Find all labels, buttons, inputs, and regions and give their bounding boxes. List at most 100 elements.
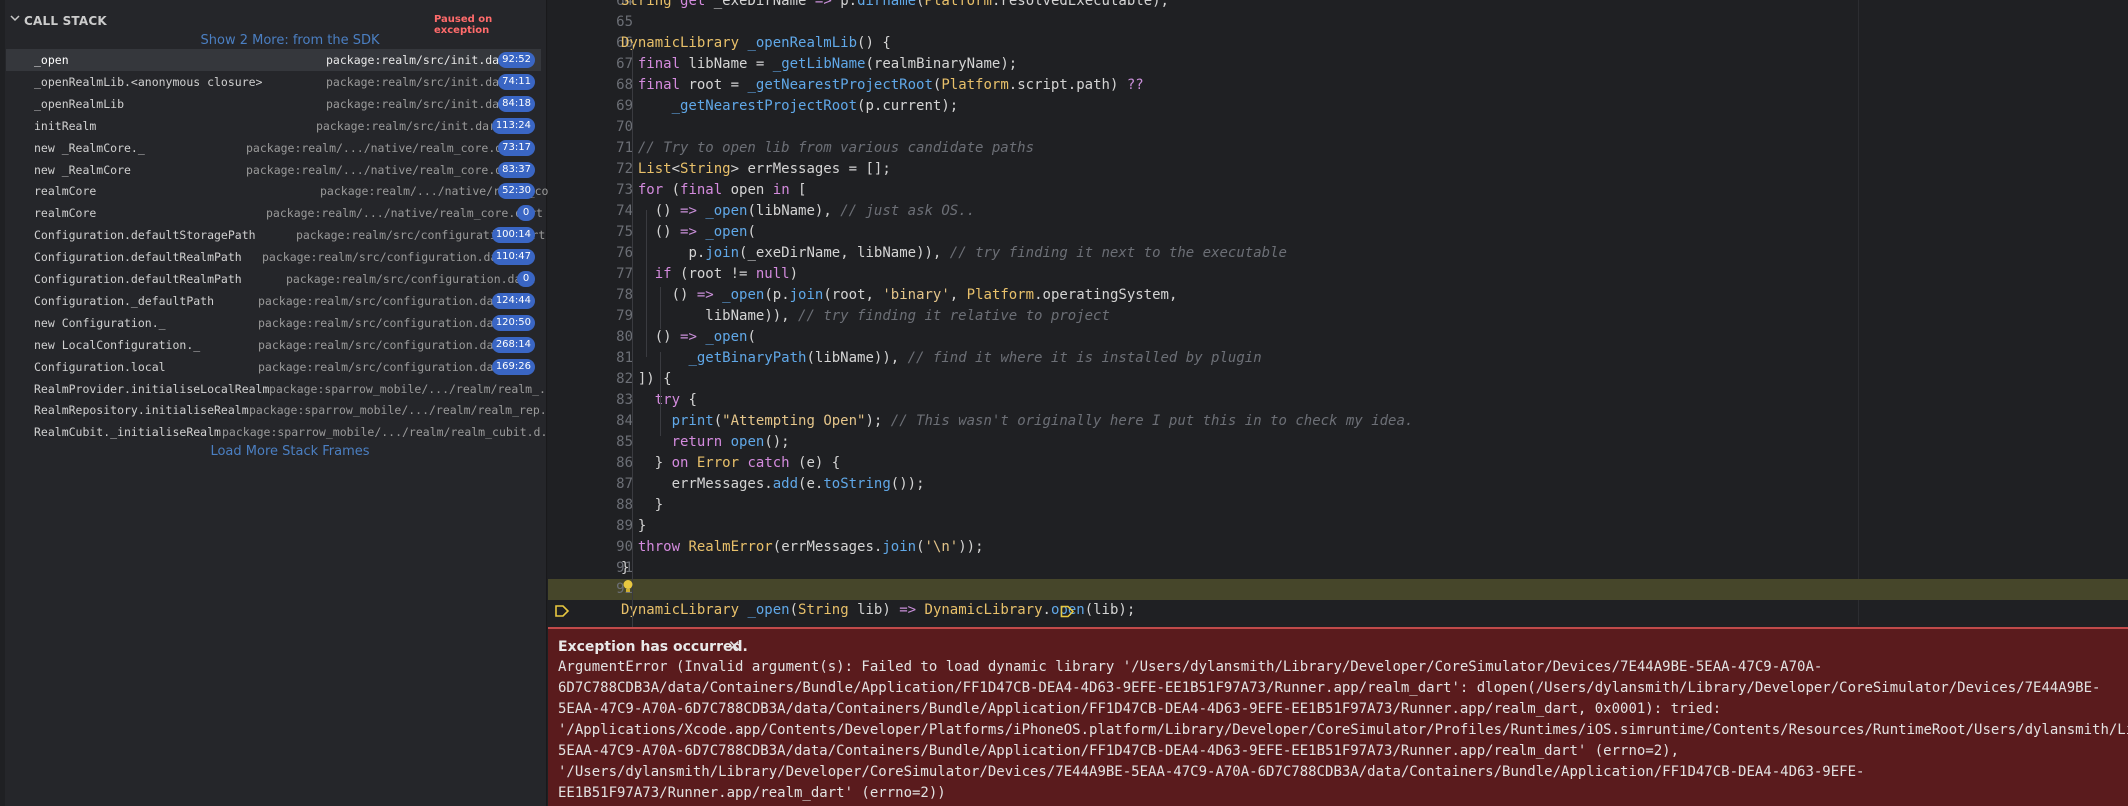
- code-line[interactable]: 80 () => _open(: [548, 327, 2128, 348]
- exception-text-line: 6D7C788CDB3A/data/Containers/Bundle/Appl…: [558, 680, 2101, 696]
- frame-source-path: package:realm/src/init.dart: [316, 118, 503, 133]
- stack-frame[interactable]: initRealm package:realm/src/init.dart 113:…: [6, 115, 541, 137]
- frame-function-name: _open: [34, 53, 69, 67]
- code-line[interactable]: 89 }: [548, 516, 2128, 537]
- code-line[interactable]: 77 if (root != null): [548, 264, 2128, 285]
- code-text: print("Attempting Open"); // This wasn't…: [671, 413, 1414, 429]
- frame-source-path: package:realm/src/init.dart: [326, 53, 513, 67]
- code-line[interactable]: 86 } on Error catch (e) {: [548, 453, 2128, 474]
- stack-frame[interactable]: Configuration.defaultRealmPath package:re…: [6, 246, 541, 268]
- code-line[interactable]: 68 final root = _getNearestProjectRoot(P…: [548, 75, 2128, 96]
- stack-frame[interactable]: RealmRepository.initialiseRealm package:s…: [6, 399, 561, 421]
- code-line[interactable]: 65: [548, 12, 2128, 33]
- frame-function-name: RealmCubit._initialiseRealm: [34, 425, 221, 440]
- frame-function-name: Configuration.defaultRealmPath: [34, 250, 242, 265]
- code-line[interactable]: 78 () => _open(p.join(root, 'binary', Pl…: [548, 285, 2128, 306]
- frame-position-badge: 0: [517, 271, 535, 287]
- code-line[interactable]: 92: [548, 579, 2128, 600]
- exception-text-line: 5EAA-47C9-A70A-6D7C788CDB3A/data/Contain…: [558, 701, 1722, 717]
- close-icon[interactable]: ✕: [728, 637, 741, 655]
- stack-frame[interactable]: Configuration.local package:realm/src/con…: [6, 356, 541, 378]
- call-stack-title: CALL STACK: [24, 14, 107, 28]
- frame-position-badge: 0: [517, 205, 535, 222]
- stack-frame[interactable]: RealmProvider.initialiseLocalRealm packag…: [6, 378, 560, 400]
- code-text: List<String> errMessages = [];: [637, 161, 891, 177]
- frame-function-name: new _RealmCore._: [34, 140, 145, 155]
- chevron-down-icon[interactable]: [9, 12, 23, 26]
- stack-frame[interactable]: Configuration.defaultRealmPath package:re…: [6, 268, 541, 290]
- code-line[interactable]: 70: [548, 117, 2128, 138]
- code-line[interactable]: 83 try {: [548, 390, 2128, 411]
- code-line[interactable]: 66 DynamicLibrary _openRealmLib() {: [548, 33, 2128, 54]
- stack-frame[interactable]: Configuration._defaultPath package:realm/…: [6, 290, 541, 312]
- frame-position-badge: 268:14: [491, 336, 535, 353]
- stack-frame[interactable]: _open package:realm/src/init.dart 92:52: [6, 49, 541, 71]
- frame-source-path: package:sparrow_mobile/.../realm/realm_c…: [222, 425, 562, 440]
- code-text: _getNearestProjectRoot(p.current);: [671, 98, 959, 114]
- frame-source-path: package:realm/src/configuration.dart: [286, 272, 536, 286]
- code-line[interactable]: DynamicLibrary _open(String lib) => Dyna…: [548, 600, 2128, 621]
- frame-source-path: package:realm/src/configuration.dart: [258, 293, 508, 308]
- frame-function-name: realmCore: [34, 206, 97, 221]
- frame-source-path: package:realm/.../native/realm_core.dart: [266, 206, 543, 221]
- code-line[interactable]: 71 // Try to open lib from various candi…: [548, 138, 2128, 159]
- code-line[interactable]: 84 print("Attempting Open"); // This was…: [548, 411, 2128, 432]
- stack-frame[interactable]: new _RealmCore package:realm/.../native/r…: [6, 159, 541, 181]
- code-line[interactable]: 67 final libName = _getLibName(realmBina…: [548, 54, 2128, 75]
- stack-frame[interactable]: realmCore package:realm/.../native/realm_…: [6, 180, 597, 202]
- frame-position-badge: 92:52: [498, 52, 535, 68]
- frame-function-name: initRealm: [34, 118, 97, 133]
- code-text: }: [621, 518, 647, 534]
- code-line[interactable]: 91}: [548, 558, 2128, 579]
- exception-widget: Exception has occurred. ✕ ArgumentError …: [548, 627, 2128, 806]
- code-text: () => _open(: [621, 224, 756, 240]
- code-line[interactable]: 87 errMessages.add(e.toString());: [548, 474, 2128, 495]
- code-editor[interactable]: 64 String get _exeDirName => p.dirname(Pl…: [548, 0, 2128, 806]
- code-line[interactable]: 73 for (final open in [: [548, 180, 2128, 201]
- frame-function-name: _openRealmLib: [34, 96, 125, 111]
- frame-position-badge: 169:26: [491, 358, 535, 375]
- breakpoint-arrow-icon[interactable]: [554, 604, 570, 622]
- stack-frame[interactable]: _openRealmLib package:realm/src/init.dart…: [6, 93, 541, 115]
- code-line[interactable]: 75 () => _open(: [548, 222, 2128, 243]
- code-line[interactable]: 79 libName)), // try finding it relative…: [548, 306, 2128, 327]
- lightbulb-icon[interactable]: [622, 579, 634, 598]
- frame-function-name: Configuration._defaultPath: [34, 293, 215, 308]
- code-line[interactable]: 69 _getNearestProjectRoot(p.current);: [548, 96, 2128, 117]
- code-text: for (final open in [: [637, 182, 807, 198]
- frame-position-badge: 120:50: [491, 314, 535, 331]
- frame-source-path: package:realm/.../native/realm_core.dart: [246, 162, 523, 177]
- stack-frame[interactable]: realmCore package:realm/.../native/realm_…: [6, 202, 543, 224]
- frame-source-path: package:realm/src/configuration.dart: [262, 250, 512, 265]
- show-more-link[interactable]: Show 2 More: from the SDK: [0, 33, 580, 48]
- stack-frame[interactable]: Configuration.defaultStoragePath package:…: [6, 224, 545, 246]
- code-text: () => _open(p.join(root, 'binary', Platf…: [621, 287, 1178, 303]
- code-line[interactable]: 90 throw RealmError(errMessages.join('\n…: [548, 537, 2128, 558]
- frame-function-name: new Configuration._: [34, 315, 166, 330]
- code-text: final libName = _getLibName(realmBinaryN…: [637, 56, 1018, 72]
- exception-title: Exception has occurred.: [558, 639, 748, 655]
- code-line[interactable]: 76 p.join(_exeDirName, libName)), // try…: [548, 243, 2128, 264]
- frame-source-path: package:realm/src/configuration.dart: [258, 337, 508, 352]
- stack-frame[interactable]: new _RealmCore._ package:realm/.../native…: [6, 137, 541, 159]
- code-line[interactable]: 74 () => _open(libName), // just ask OS.…: [548, 201, 2128, 222]
- frame-source-path: package:realm/src/init.dart: [326, 96, 513, 111]
- load-more-frames-link[interactable]: Load More Stack Frames: [0, 444, 580, 459]
- stack-frame[interactable]: _openRealmLib.<anonymous closure> package…: [6, 71, 541, 93]
- code-line[interactable]: 82 ]) {: [548, 369, 2128, 390]
- call-stack-panel: CALL STACK Paused on exception Show 2 Mo…: [0, 0, 597, 806]
- stack-frame[interactable]: new LocalConfiguration._ package:realm/sr…: [6, 334, 541, 356]
- code-line[interactable]: 72 List<String> errMessages = [];: [548, 159, 2128, 180]
- code-line[interactable]: 85 return open();: [548, 432, 2128, 453]
- stack-frame[interactable]: new Configuration._ package:realm/src/con…: [6, 312, 541, 334]
- code-line[interactable]: 88 }: [548, 495, 2128, 516]
- stack-frame[interactable]: RealmCubit._initialiseRealm package:sparr…: [6, 421, 561, 443]
- exception-text-line: '/Users/dylansmith/Library/Developer/Cor…: [558, 764, 1865, 780]
- line-number: 65: [616, 14, 633, 30]
- call-stack-header[interactable]: CALL STACK Paused on exception: [0, 10, 547, 36]
- frame-source-path: package:realm/src/configuration.dart: [258, 359, 508, 374]
- frame-position-badge: 100:14: [491, 227, 535, 244]
- code-line[interactable]: 81 _getBinaryPath(libName)), // find it …: [548, 348, 2128, 369]
- code-text: // Try to open lib from various candidat…: [637, 140, 1035, 156]
- code-line[interactable]: 64 String get _exeDirName => p.dirname(Pl…: [548, 0, 2128, 12]
